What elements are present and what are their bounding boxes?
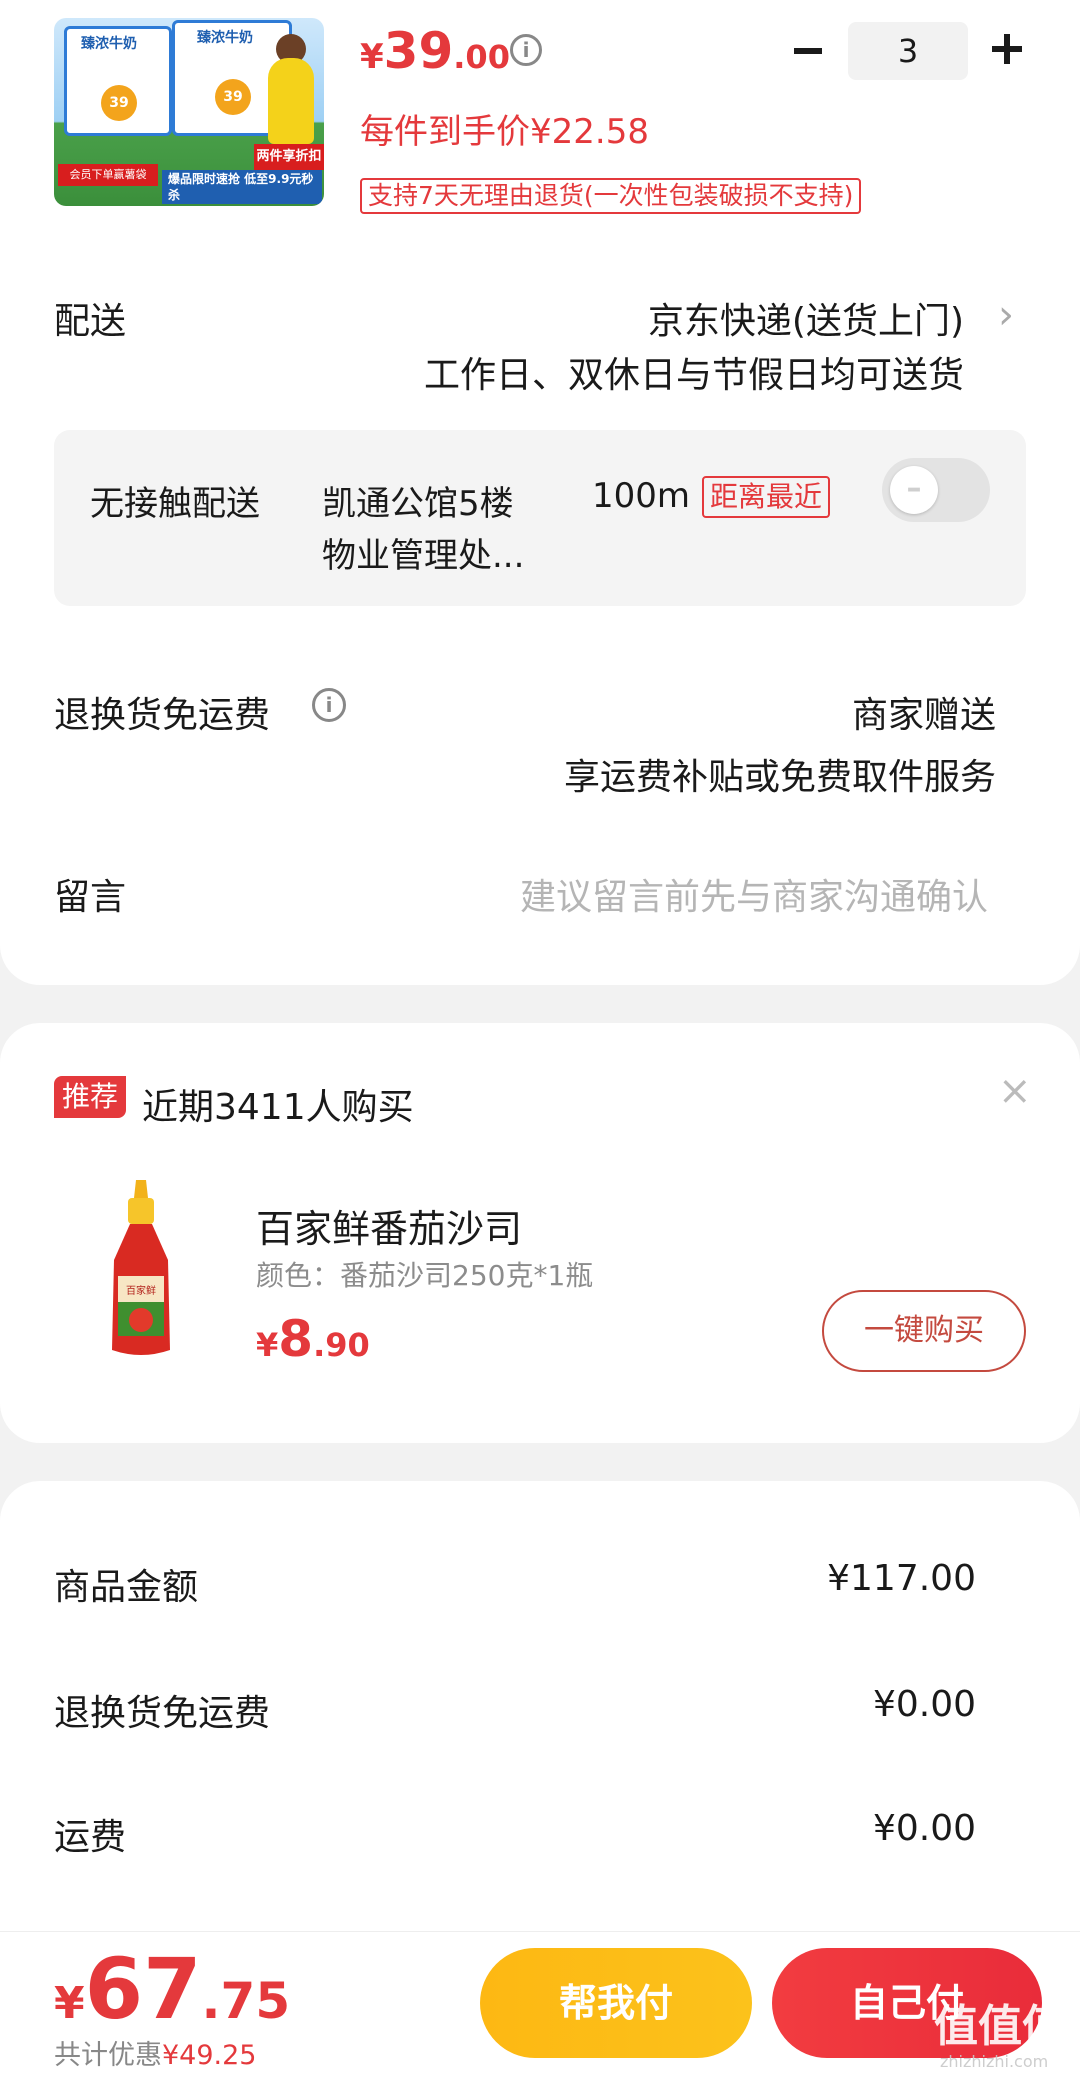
watermark-logo: 值值值 xyxy=(934,2001,1066,2052)
thumb-badge-2: 39 xyxy=(215,79,251,115)
price-currency: ¥ xyxy=(360,37,384,77)
summary-row-label: 退换货免运费 xyxy=(54,1693,271,1734)
summary-row-value: ¥0.00 xyxy=(872,1808,976,1849)
recommend-price-currency: ¥ xyxy=(256,1326,279,1364)
price-info-icon[interactable]: i xyxy=(510,34,542,66)
nearest-tag: 距离最近 xyxy=(702,476,831,518)
return-policy-tag: 支持7天无理由退货(一次性包装破损不支持) xyxy=(360,178,862,214)
total-decimal: .75 xyxy=(201,1972,291,2030)
price-decimal: .00 xyxy=(453,38,510,76)
product-price: ¥39.00 xyxy=(360,22,510,80)
discount-summary[interactable]: 共计优惠¥49.25 xyxy=(54,2033,256,2072)
quantity-minus-button[interactable] xyxy=(788,28,828,74)
contactless-label: 无接触配送 xyxy=(90,484,260,524)
discount-label: 共计优惠 xyxy=(54,2040,162,2071)
close-icon[interactable]: × xyxy=(998,1068,1032,1114)
product-thumbnail[interactable]: 臻浓牛奶 39 臻浓牛奶 39 两件享折扣 会员下单赢薯袋 爆品限时速抢 低至9… xyxy=(54,18,324,206)
price-integer: 39 xyxy=(383,22,454,80)
delivery-schedule: 工作日、双休日与节假日均可送货 xyxy=(423,355,964,396)
quantity-plus-button[interactable] xyxy=(984,24,1030,74)
watermark-url: zhizhizhi.com xyxy=(940,2052,1049,2071)
recommend-price-decimal: .90 xyxy=(313,1326,370,1364)
thumb-badge: 39 xyxy=(101,85,137,121)
per-item-price: 每件到手价¥22.58 xyxy=(360,112,649,152)
return-shipping-info-icon[interactable]: i xyxy=(312,688,346,722)
help-me-pay-button[interactable]: 帮我付 xyxy=(480,1948,752,2058)
total-integer: 67 xyxy=(84,1940,202,2038)
contactless-place-line1: 凯通公馆5楼 xyxy=(322,484,514,524)
contactless-place-line2: 物业管理处... xyxy=(322,536,525,576)
summary-row-value: ¥117.00 xyxy=(827,1558,976,1599)
plus-icon xyxy=(992,34,1022,64)
summary-row-value: ¥0.00 xyxy=(872,1684,976,1725)
return-shipping-label: 退换货免运费 xyxy=(54,695,271,736)
summary-row-label: 商品金额 xyxy=(54,1567,199,1608)
chevron-right-icon[interactable]: › xyxy=(998,292,1014,338)
toggle-off-icon: – xyxy=(890,466,938,514)
return-shipping-value: 商家赠送 xyxy=(851,695,996,736)
quantity-input[interactable]: 3 xyxy=(848,22,968,80)
thumb-player xyxy=(268,58,314,144)
thumb-promo-tag: 爆品限时速抢 低至9.9元秒杀 xyxy=(162,170,322,204)
thumb-brand-text-2: 臻浓牛奶 xyxy=(197,30,253,46)
recommend-badge: 推荐 xyxy=(54,1076,126,1118)
recommend-item-spec: 颜色：番茄沙司250克*1瓶 xyxy=(256,1259,594,1292)
one-click-buy-button[interactable]: 一键购买 xyxy=(822,1290,1026,1372)
product-box-left: 臻浓牛奶 39 xyxy=(64,26,172,136)
return-shipping-service: 享运费补贴或免费取件服务 xyxy=(563,757,996,798)
delivery-method[interactable]: 京东快递(送货上门) xyxy=(648,292,964,344)
total-currency: ¥ xyxy=(54,1978,85,2029)
summary-row-label: 运费 xyxy=(54,1817,127,1858)
contactless-distance: 100m xyxy=(592,476,691,516)
delivery-label: 配送 xyxy=(54,301,127,342)
thumb-brand-text: 臻浓牛奶 xyxy=(81,36,137,52)
recommend-item-name[interactable]: 百家鲜番茄沙司 xyxy=(256,1198,522,1253)
message-input[interactable]: 建议留言前先与商家沟通确认 xyxy=(520,868,988,920)
thumb-member-tag: 会员下单赢薯袋 xyxy=(58,164,158,186)
recommend-title: 近期3411人购买 xyxy=(142,1087,414,1128)
discount-value: ¥49.25 xyxy=(162,2040,257,2071)
total-price: ¥67.75 xyxy=(54,1940,290,2038)
message-label: 留言 xyxy=(54,877,127,918)
recommend-price-integer: 8 xyxy=(278,1310,314,1368)
thumb-discount-tag: 两件享折扣 xyxy=(254,144,324,170)
minus-icon xyxy=(794,48,822,54)
recommend-price: ¥8.90 xyxy=(256,1310,370,1368)
bottle-label: 百家鲜 xyxy=(126,1284,156,1297)
ketchup-bottle-image[interactable]: 百家鲜 xyxy=(108,1180,174,1360)
